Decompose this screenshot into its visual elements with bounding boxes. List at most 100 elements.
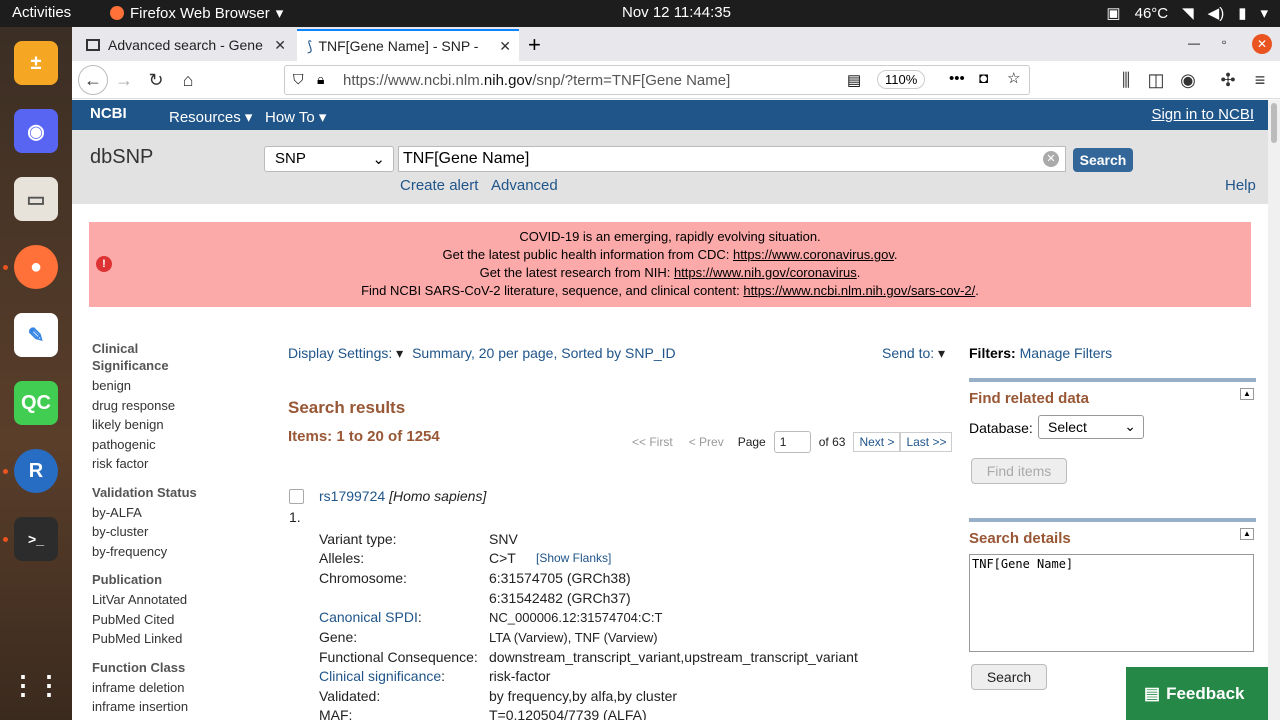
first-page-link[interactable]: << First <box>632 435 673 449</box>
collapse-icon[interactable]: ▲ <box>1240 388 1254 400</box>
filter-item[interactable]: by-cluster <box>92 522 252 542</box>
filter-item[interactable]: by-frequency <box>92 542 252 562</box>
filter-item[interactable]: benign <box>92 376 252 396</box>
active-indicator <box>3 469 8 474</box>
nih-link[interactable]: https://www.nih.gov/coronavirus <box>674 265 857 280</box>
search-button[interactable]: Search <box>1073 148 1133 172</box>
database-select[interactable]: SNP ⌄ <box>264 146 394 172</box>
results-title: Search results <box>288 398 406 417</box>
banner-line: Get the latest public health information… <box>442 247 898 262</box>
extensions-icon[interactable]: ✣ <box>1214 67 1242 93</box>
url-bar[interactable]: ⛉ 🔒︎ https://www.ncbi.nlm.nih.gov/snp/?t… <box>284 65 1030 95</box>
system-tray[interactable]: ▣ 46°C ◥ ◀) ▮ ▾ <box>1106 4 1268 23</box>
display-settings[interactable]: Display Settings: ▾ Summary, 20 per page… <box>288 345 676 362</box>
minimize-button[interactable]: — <box>1188 36 1200 50</box>
create-alert-link[interactable]: Create alert <box>400 177 478 194</box>
zoom-indicator[interactable]: 110% <box>877 70 926 89</box>
field-value: 6:31542482 (GRCh37) <box>489 590 631 606</box>
firefox-icon[interactable]: ● <box>14 245 58 289</box>
bookmark-star-icon[interactable]: ☆ <box>1007 69 1020 87</box>
close-tab-icon[interactable]: ✕ <box>499 38 511 55</box>
page-scrollbar[interactable] <box>1268 100 1280 720</box>
filter-item[interactable]: pathogenic <box>92 435 252 455</box>
howto-menu[interactable]: How To ▾ <box>265 108 326 126</box>
reload-button[interactable]: ↻ <box>142 67 170 93</box>
feedback-label: Feedback <box>1166 683 1245 703</box>
terminal-icon[interactable]: >_ <box>14 517 58 561</box>
scroll-thumb[interactable] <box>1271 103 1277 143</box>
help-link[interactable]: Help <box>1225 177 1256 194</box>
cdc-link[interactable]: https://www.coronavirus.gov <box>733 247 894 262</box>
manage-filters-link[interactable]: Manage Filters <box>1020 345 1113 361</box>
filter-item[interactable]: PubMed Cited <box>92 610 252 630</box>
field-value: NC_000006.12:31574704:C:T <box>489 610 663 625</box>
wifi-icon: ◥ <box>1182 5 1194 22</box>
lock-icon[interactable]: 🔒︎ <box>317 71 324 88</box>
tab-tnf-snp[interactable]: ⟆ TNF[Gene Name] - SNP - ✕ <box>297 29 519 61</box>
account-icon[interactable]: ◉ <box>1174 67 1202 93</box>
r-app-icon[interactable]: R <box>14 449 58 493</box>
search-details-textarea[interactable]: TNF[Gene Name] <box>969 554 1254 652</box>
filter-item[interactable]: drug response <box>92 396 252 416</box>
active-indicator <box>3 537 8 542</box>
details-search-button[interactable]: Search <box>971 664 1047 690</box>
filter-item[interactable]: likely benign <box>92 415 252 435</box>
sidebar-icon[interactable]: ◫ <box>1142 67 1170 93</box>
close-window-button[interactable]: ✕ <box>1252 34 1272 54</box>
prev-page-link[interactable]: < Prev <box>689 435 724 449</box>
filter-sidebar: Clinical Significance benign drug respon… <box>92 340 252 717</box>
filter-item[interactable]: LitVar Annotated <box>92 590 252 610</box>
sign-in-link[interactable]: Sign in to NCBI <box>1151 106 1254 123</box>
find-items-button[interactable]: Find items <box>971 458 1067 484</box>
database-select[interactable]: Select ⌄ <box>1038 415 1144 439</box>
clock[interactable]: Nov 12 11:44:35 <box>622 4 731 21</box>
home-button[interactable]: ⌂ <box>174 67 202 93</box>
result-checkbox[interactable] <box>289 489 304 504</box>
app-menu[interactable]: Firefox Web Browser ▾ <box>110 4 283 22</box>
shield-icon[interactable]: ⛉ <box>293 71 304 88</box>
sars-link[interactable]: https://www.ncbi.nlm.nih.gov/sars-cov-2/ <box>743 283 975 298</box>
filter-item[interactable]: by-ALFA <box>92 503 252 523</box>
files-icon[interactable]: ▭ <box>14 177 58 221</box>
discord-icon[interactable]: ◉ <box>14 109 58 153</box>
clinical-significance-link[interactable]: Clinical significance: <box>319 668 445 684</box>
app-name: Firefox Web Browser <box>130 4 270 22</box>
last-page-link[interactable]: Last >> <box>900 432 953 452</box>
send-to-menu[interactable]: Send to: ▾ <box>882 345 945 362</box>
tab-title: Advanced search - Gene <box>108 37 263 53</box>
gedit-icon[interactable]: ✎ <box>14 313 58 357</box>
search-input[interactable]: TNF[Gene Name] ✕ <box>398 146 1066 172</box>
spdi-link[interactable]: Canonical SPDI: <box>319 609 422 625</box>
new-tab-button[interactable]: + <box>528 32 541 58</box>
close-tab-icon[interactable]: ✕ <box>274 37 286 54</box>
filter-item[interactable]: inframe deletion <box>92 678 252 698</box>
page-actions-icon[interactable]: ••• <box>949 70 965 87</box>
filter-item[interactable]: risk factor <box>92 454 252 474</box>
qc-app-icon[interactable]: QC <box>14 381 58 425</box>
reader-view-icon[interactable]: ▤ <box>847 71 861 89</box>
page-input[interactable]: 1 <box>773 431 811 453</box>
tab-advanced-search[interactable]: Advanced search - Gene ✕ <box>76 29 294 61</box>
advanced-link[interactable]: Advanced <box>491 177 558 194</box>
filter-item[interactable]: PubMed Linked <box>92 629 252 649</box>
pocket-icon[interactable]: ◘ <box>979 70 988 87</box>
dock: ± ◉ ▭ ● ✎ QC R >_ ⋮⋮ <box>0 27 72 720</box>
clear-icon[interactable]: ✕ <box>1043 151 1059 167</box>
back-button[interactable]: ← <box>78 65 108 95</box>
library-icon[interactable]: ⫼ <box>1112 67 1140 93</box>
resources-menu[interactable]: Resources ▾ <box>169 108 252 126</box>
app-grid-icon[interactable]: ⋮⋮ <box>10 663 62 707</box>
forward-button[interactable]: → <box>110 67 138 93</box>
feedback-button[interactable]: ▤ Feedback <box>1126 667 1268 720</box>
next-page-link[interactable]: Next > <box>853 432 901 452</box>
text-editor-app-icon[interactable]: ± <box>14 41 58 85</box>
filter-item[interactable]: inframe insertion <box>92 697 252 717</box>
maximize-button[interactable]: ▫ <box>1222 35 1226 49</box>
result-id-link[interactable]: rs1799724 [Homo sapiens] <box>319 488 486 504</box>
activities-button[interactable]: Activities <box>12 4 71 21</box>
ncbi-logo[interactable]: NCBI <box>90 105 127 122</box>
field-value: downstream_transcript_variant,upstream_t… <box>489 649 858 665</box>
collapse-icon[interactable]: ▲ <box>1240 528 1254 540</box>
menu-icon[interactable]: ≡ <box>1246 67 1274 93</box>
show-flanks-link[interactable]: [Show Flanks] <box>536 551 611 565</box>
